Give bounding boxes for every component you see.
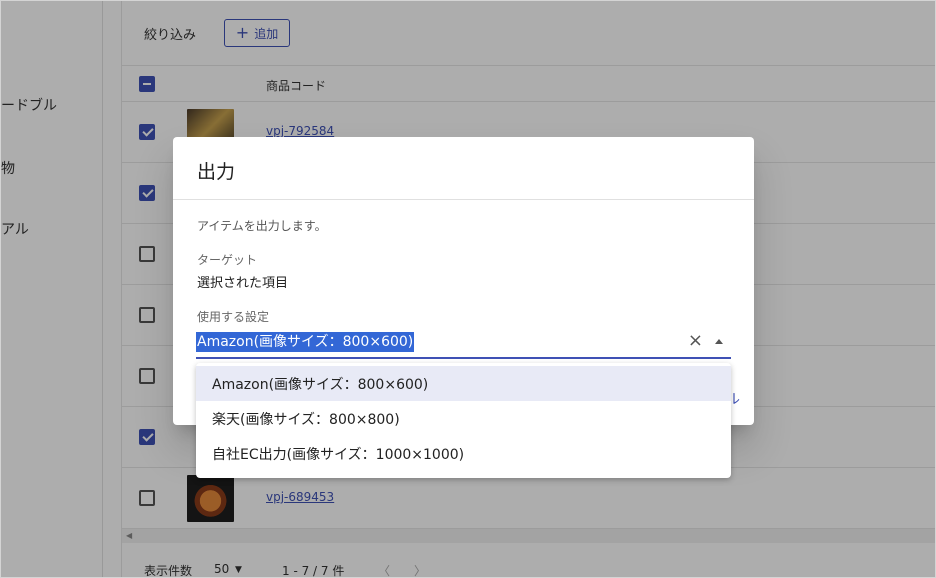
- setting-label: 使用する設定: [197, 310, 270, 324]
- app-window: ードブル 物 アル 絞り込み + 追加 商品コード vpj-792584 vpj…: [0, 0, 936, 578]
- setting-selected-text[interactable]: Amazon(画像サイズ：800×600): [196, 332, 415, 352]
- dialog-title: 出力: [197, 161, 236, 183]
- option-amazon[interactable]: Amazon(画像サイズ：800×600): [196, 366, 731, 401]
- dialog-description: アイテムを出力します。: [197, 219, 327, 233]
- option-rakuten[interactable]: 楽天(画像サイズ：800×800): [196, 401, 731, 436]
- target-label: ターゲット: [197, 253, 258, 267]
- target-value: 選択された項目: [197, 276, 289, 291]
- setting-autocomplete-input[interactable]: Amazon(画像サイズ：800×600) ×: [196, 329, 731, 359]
- setting-options-listbox: Amazon(画像サイズ：800×600) 楽天(画像サイズ：800×800) …: [196, 363, 731, 478]
- caret-up-icon[interactable]: [715, 339, 723, 344]
- option-own-ec[interactable]: 自社EC出力(画像サイズ：1000×1000): [196, 436, 731, 471]
- clear-icon[interactable]: ×: [688, 331, 703, 351]
- dialog-divider: [173, 199, 754, 200]
